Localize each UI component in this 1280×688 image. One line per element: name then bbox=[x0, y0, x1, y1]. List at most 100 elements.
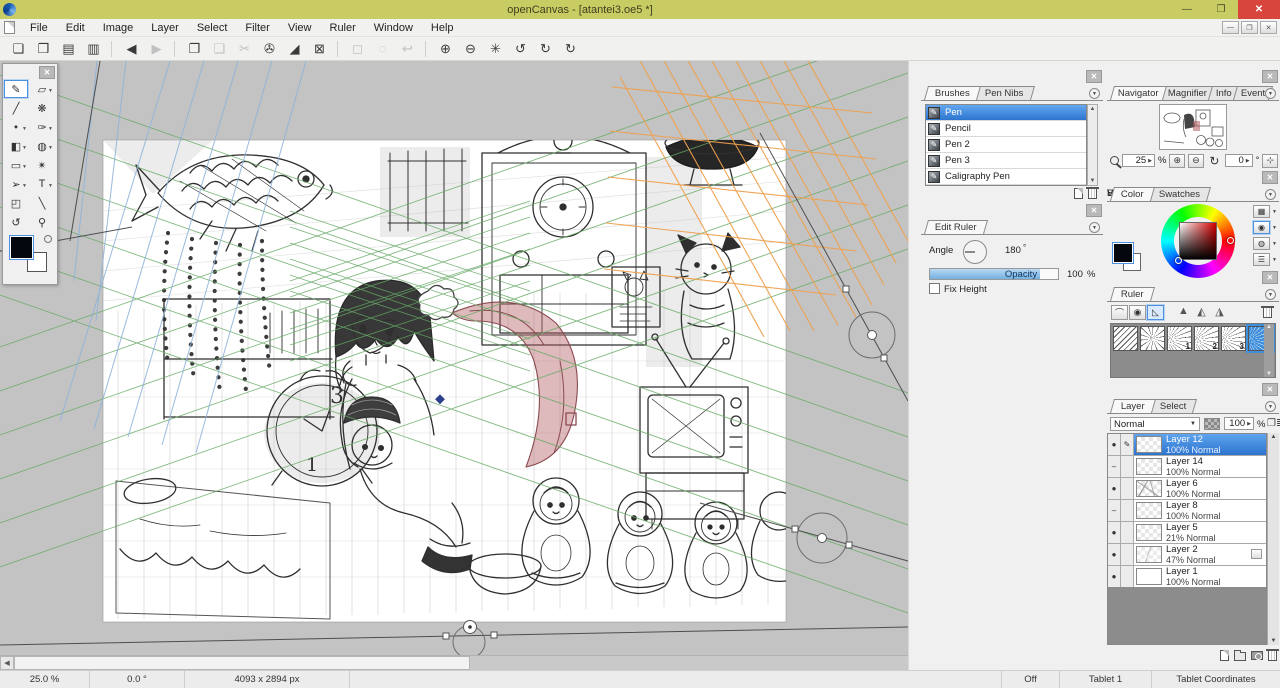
layer-pen-cell[interactable] bbox=[1121, 566, 1134, 587]
layer-pen-cell[interactable] bbox=[1121, 500, 1134, 521]
layer-visibility-toggle[interactable]: ● bbox=[1108, 544, 1121, 565]
toolbar-button[interactable]: ✂ bbox=[232, 39, 257, 59]
layer-visibility-toggle[interactable]: ● bbox=[1108, 434, 1121, 455]
layer-thumb-icon[interactable] bbox=[1204, 418, 1220, 430]
tool-button[interactable]: ✴▼ bbox=[30, 156, 54, 174]
foreground-color-swatch[interactable] bbox=[10, 236, 33, 259]
sv-marker[interactable] bbox=[1175, 257, 1182, 264]
toolbar-button[interactable]: ✇ bbox=[257, 39, 282, 59]
panel-menu-icon[interactable]: ▼ bbox=[1265, 88, 1276, 99]
panel-tab[interactable]: Color bbox=[1110, 187, 1155, 201]
scrollbar-thumb[interactable] bbox=[14, 656, 470, 670]
toolbar-button[interactable]: ◀ bbox=[119, 39, 144, 59]
color-mode-ball[interactable]: ◍▼ bbox=[1253, 237, 1277, 250]
minimize-button[interactable]: — bbox=[1170, 0, 1204, 19]
color-mode-bar[interactable]: ▦▼ bbox=[1253, 205, 1277, 218]
panel-menu-icon[interactable]: ▼ bbox=[1089, 88, 1100, 99]
layer-row[interactable]: – Layer 14 100% Normal bbox=[1108, 456, 1266, 478]
layer-row[interactable]: ● Layer 2 47% Normal bbox=[1108, 544, 1266, 566]
toolbar-button[interactable]: ⊠ bbox=[307, 39, 332, 59]
layer-visibility-toggle[interactable]: – bbox=[1108, 456, 1121, 477]
color-mode-sliders[interactable]: ☰▼ bbox=[1253, 253, 1277, 266]
close-icon[interactable]: ✕ bbox=[1262, 70, 1278, 83]
ruler-scrollbar[interactable]: ▲▼ bbox=[1264, 324, 1274, 377]
layer-row[interactable]: – Layer 8 100% Normal bbox=[1108, 500, 1266, 522]
new-brush-icon[interactable] bbox=[1074, 188, 1083, 199]
delete-brush-icon[interactable] bbox=[1088, 189, 1097, 199]
spinner-icon[interactable]: ▶ bbox=[1247, 421, 1251, 427]
new-layer-icon[interactable] bbox=[1220, 650, 1229, 661]
tool-button[interactable]: ✑▼ bbox=[30, 118, 54, 136]
toolbar-button[interactable]: ↻ bbox=[558, 39, 583, 59]
panel-menu-icon[interactable]: ▼ bbox=[1265, 189, 1276, 200]
panel-tab[interactable]: Layer bbox=[1110, 399, 1156, 413]
tool-button[interactable]: ⚲▼ bbox=[30, 213, 54, 231]
layer-row[interactable]: ● Layer 5 21% Normal bbox=[1108, 522, 1266, 544]
swap-colors-icon[interactable] bbox=[44, 235, 52, 243]
layer-scrollbar[interactable]: ▲▼ bbox=[1267, 433, 1279, 645]
horizontal-scrollbar[interactable]: ◀ bbox=[0, 655, 908, 670]
layer-visibility-toggle[interactable]: ● bbox=[1108, 478, 1121, 499]
toolbar-button[interactable]: ✳ bbox=[483, 39, 508, 59]
delete-layer-icon[interactable] bbox=[1268, 651, 1277, 661]
menu-item[interactable]: Ruler bbox=[321, 19, 365, 37]
toolbar-button[interactable]: ▥ bbox=[81, 39, 106, 59]
layer-pen-cell[interactable] bbox=[1121, 456, 1134, 477]
tool-button[interactable]: ◰▼ bbox=[4, 194, 28, 212]
toolbar-button[interactable]: ◢ bbox=[282, 39, 307, 59]
toolbar-button[interactable]: ↺ bbox=[508, 39, 533, 59]
delete-ruler-icon[interactable] bbox=[1263, 308, 1272, 318]
saturation-value-square[interactable] bbox=[1179, 222, 1217, 260]
toolbar-button[interactable]: ▤ bbox=[56, 39, 81, 59]
menu-item[interactable]: Select bbox=[188, 19, 237, 37]
layer-visibility-toggle[interactable]: – bbox=[1108, 500, 1121, 521]
panel-tab[interactable]: Navigator bbox=[1110, 86, 1167, 100]
brush-item[interactable]: ✎ Pen 3 bbox=[926, 153, 1086, 169]
toolbar-button[interactable]: ❑ bbox=[207, 39, 232, 59]
close-icon[interactable]: ✕ bbox=[1262, 171, 1278, 184]
toolbar-button[interactable]: ◻ bbox=[345, 39, 370, 59]
ruler-handle-right-lower[interactable] bbox=[792, 513, 852, 563]
doc-minimize-button[interactable]: — bbox=[1222, 21, 1239, 34]
menu-item[interactable]: Window bbox=[365, 19, 422, 37]
layer-pen-cell[interactable] bbox=[1121, 522, 1134, 543]
tool-button[interactable]: ▱▼ bbox=[30, 80, 54, 98]
tool-button[interactable]: ╲▼ bbox=[30, 194, 54, 212]
layer-menu-icon[interactable]: ≣ bbox=[1276, 418, 1280, 429]
triangle-outline-icon[interactable]: ◮ bbox=[1211, 305, 1228, 318]
brush-item[interactable]: ✎ Pen bbox=[926, 105, 1086, 121]
document-area[interactable]: 3 1 bbox=[0, 61, 908, 670]
foreground-color-swatch[interactable] bbox=[1113, 243, 1133, 263]
layer-row[interactable]: ● Layer 6 100% Normal bbox=[1108, 478, 1266, 500]
layer-visibility-toggle[interactable]: ● bbox=[1108, 566, 1121, 587]
rotation-value-box[interactable]: 0▶ bbox=[1225, 154, 1252, 167]
toolbar-button[interactable]: ▶ bbox=[144, 39, 169, 59]
brush-item[interactable]: ✎ Pen 2 bbox=[926, 137, 1086, 153]
blend-mode-select[interactable]: Normal▼ bbox=[1110, 417, 1200, 431]
menu-item[interactable]: Help bbox=[422, 19, 463, 37]
layer-row[interactable]: ● ✎ Layer 12 100% Normal bbox=[1108, 434, 1266, 456]
layer-pen-cell[interactable]: ✎ bbox=[1121, 434, 1134, 455]
brush-list-scrollbar[interactable]: ▲▼ bbox=[1087, 104, 1098, 186]
close-icon[interactable]: ✕ bbox=[1086, 204, 1102, 217]
layer-pen-cell[interactable] bbox=[1121, 544, 1134, 565]
layer-opacity-box[interactable]: 100▶ bbox=[1224, 417, 1254, 430]
tool-button[interactable]: ↺▼ bbox=[4, 213, 28, 231]
panel-menu-icon[interactable]: ▼ bbox=[1089, 222, 1100, 233]
ruler-preset[interactable]: 3 bbox=[1221, 326, 1246, 351]
color-wheel[interactable] bbox=[1161, 204, 1235, 278]
zoom-in-button[interactable]: ⊕ bbox=[1169, 154, 1185, 168]
navigator-thumbnail[interactable] bbox=[1159, 104, 1227, 150]
menu-item[interactable]: File bbox=[21, 19, 57, 37]
tool-button[interactable]: ❋▼ bbox=[30, 99, 54, 117]
tool-button[interactable]: ➢▼ bbox=[4, 175, 28, 193]
fit-view-button[interactable]: ⊹ bbox=[1262, 154, 1278, 168]
ruler-preset[interactable] bbox=[1113, 326, 1138, 351]
layer-pen-cell[interactable] bbox=[1121, 478, 1134, 499]
panel-menu-icon[interactable]: ▼ bbox=[1265, 289, 1276, 300]
triangle-solid-icon[interactable]: ▲ bbox=[1175, 305, 1192, 317]
close-icon[interactable]: ✕ bbox=[1086, 70, 1102, 83]
layer-row[interactable]: ● Layer 1 100% Normal bbox=[1108, 566, 1266, 588]
toolbar-button[interactable]: ↩ bbox=[395, 39, 420, 59]
menu-item[interactable]: Edit bbox=[57, 19, 94, 37]
